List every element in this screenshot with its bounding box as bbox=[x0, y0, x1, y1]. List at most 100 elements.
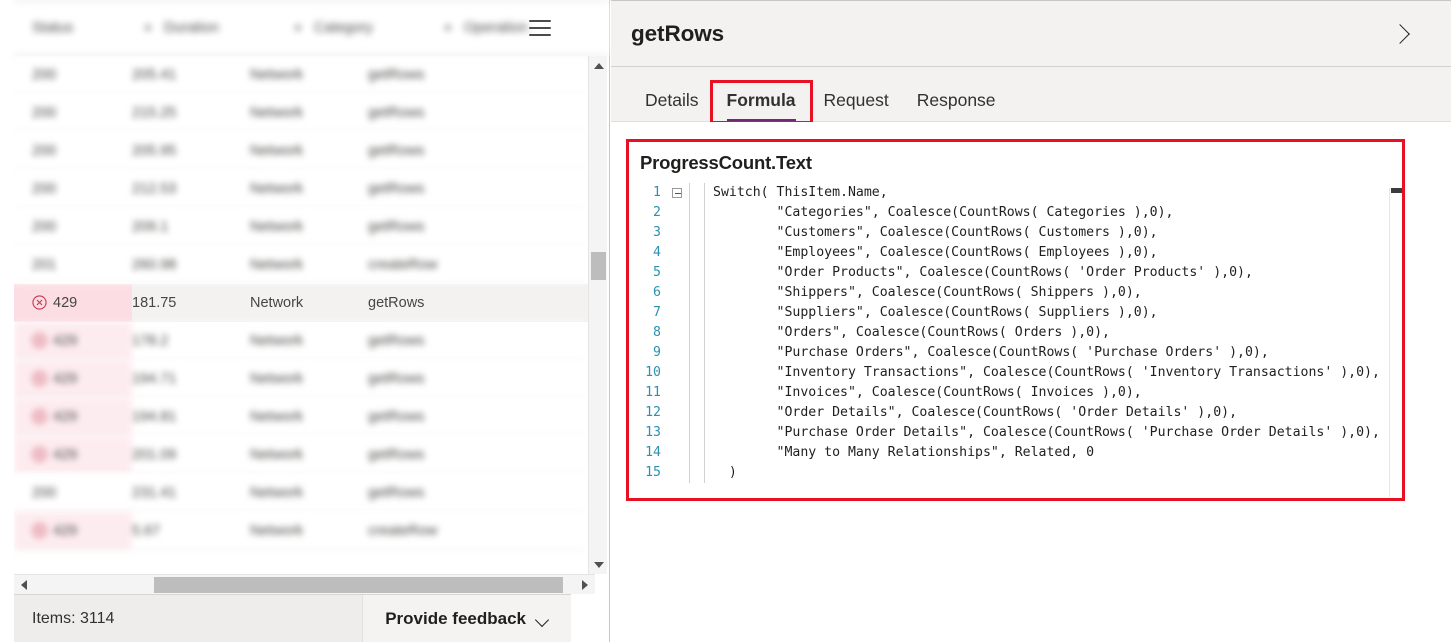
formula-code-editor[interactable]: 1 Switch( ThisItem.Name, 2 "Categories", C… bbox=[629, 183, 1402, 494]
error-circle-x-icon bbox=[32, 295, 47, 310]
tab-response[interactable]: Response bbox=[903, 91, 1010, 122]
provide-feedback-button[interactable]: Provide feedback bbox=[362, 595, 571, 642]
fold-toggle[interactable] bbox=[665, 443, 689, 463]
tab-details[interactable]: Details bbox=[631, 91, 713, 122]
code-text: "Customers", Coalesce(CountRows( Custome… bbox=[713, 225, 1158, 240]
fold-toggle[interactable] bbox=[665, 363, 689, 383]
indent-guide bbox=[689, 463, 690, 483]
table-row[interactable]: 429 194.71 Network getRows bbox=[14, 360, 588, 398]
code-text: "Order Details", Coalesce(CountRows( 'Or… bbox=[713, 405, 1238, 420]
table-row[interactable]: 429 181.75 Network getRows bbox=[14, 284, 588, 322]
cell-category: Network bbox=[250, 332, 304, 349]
fold-toggle[interactable] bbox=[665, 383, 689, 403]
status-code-text: 429 bbox=[53, 294, 78, 311]
table-row[interactable]: 429 194.81 Network getRows bbox=[14, 398, 588, 436]
line-number: 11 bbox=[645, 385, 661, 400]
code-line: 7 "Suppliers", Coalesce(CountRows( Suppl… bbox=[629, 303, 1402, 323]
provide-feedback-label: Provide feedback bbox=[385, 608, 526, 628]
table-row[interactable]: 200 205.95 Network getRows bbox=[14, 132, 588, 170]
fold-toggle[interactable] bbox=[665, 423, 689, 443]
grid-rows-container: 200 205.41 Network getRows 200 215.25 Network g… bbox=[14, 56, 588, 574]
tab-active-underline bbox=[726, 118, 796, 121]
cell-operation: getRows bbox=[368, 484, 425, 501]
table-row[interactable]: 429 178.2 Network getRows bbox=[14, 322, 588, 360]
column-header-status[interactable]: Status bbox=[14, 20, 132, 36]
cell-category: Network bbox=[250, 408, 304, 425]
indent-guide bbox=[689, 343, 690, 363]
cell-duration: 205.41 bbox=[132, 66, 177, 83]
line-number: 3 bbox=[653, 225, 661, 240]
indent-guide bbox=[689, 363, 690, 383]
vertical-scroll-thumb[interactable] bbox=[591, 252, 606, 280]
table-row[interactable]: 200 231.41 Network getRows bbox=[14, 474, 588, 512]
indent-guide bbox=[689, 183, 690, 203]
cell-duration: 201.09 bbox=[132, 446, 177, 463]
table-row[interactable]: 200 215.25 Network getRows bbox=[14, 94, 588, 132]
cell-operation: createRow bbox=[368, 256, 438, 273]
fold-toggle[interactable] bbox=[665, 183, 689, 203]
scroll-down-arrow-icon[interactable] bbox=[589, 555, 608, 574]
code-text: "Order Products", Coalesce(CountRows( 'O… bbox=[713, 265, 1253, 280]
tab-formula[interactable]: Formula bbox=[709, 79, 813, 124]
table-row[interactable]: 200 212.53 Network getRows bbox=[14, 170, 588, 208]
table-row[interactable]: 200 209.1 Network getRows bbox=[14, 208, 588, 246]
code-line: 2 "Categories", Coalesce(CountRows( Cate… bbox=[629, 203, 1402, 223]
column-header-category[interactable]: Category bbox=[314, 20, 432, 36]
fold-toggle[interactable] bbox=[665, 203, 689, 223]
sort-icon-category[interactable]: ■ bbox=[432, 22, 464, 34]
table-row[interactable]: 429 5.67 Network createRow bbox=[14, 512, 588, 550]
grid-vertical-scrollbar[interactable] bbox=[588, 56, 607, 574]
code-text: "Purchase Orders", Coalesce(CountRows( '… bbox=[713, 345, 1269, 360]
cell-duration: 212.53 bbox=[132, 180, 177, 197]
table-row[interactable]: 201 260.98 Network createRow bbox=[14, 246, 588, 284]
error-circle-x-icon bbox=[32, 371, 47, 386]
cell-duration: 205.95 bbox=[132, 142, 177, 159]
sort-icon-duration[interactable]: ■ bbox=[282, 22, 314, 34]
line-number: 4 bbox=[653, 245, 661, 260]
tab-label: Formula bbox=[726, 89, 796, 110]
grid-horizontal-scrollbar[interactable] bbox=[14, 574, 595, 594]
cell-operation: getRows bbox=[368, 332, 425, 349]
code-text: "Categories", Coalesce(CountRows( Catego… bbox=[713, 205, 1174, 220]
horizontal-scroll-track[interactable] bbox=[34, 575, 575, 595]
tab-request[interactable]: Request bbox=[810, 89, 903, 122]
error-circle-x-icon bbox=[32, 523, 47, 538]
code-line: 5 "Order Products", Coalesce(CountRows( … bbox=[629, 263, 1402, 283]
app-root: Status ■ Duration ■ Category ■ Operation… bbox=[0, 0, 1451, 642]
fold-toggle[interactable] bbox=[665, 263, 689, 283]
code-text: "Suppliers", Coalesce(CountRows( Supplie… bbox=[713, 305, 1158, 320]
fold-toggle[interactable] bbox=[665, 223, 689, 243]
expand-panel-button[interactable] bbox=[1385, 20, 1413, 48]
code-line: 9 "Purchase Orders", Coalesce(CountRows(… bbox=[629, 343, 1402, 363]
fold-toggle[interactable] bbox=[665, 243, 689, 263]
cell-status: 200 bbox=[14, 132, 132, 169]
fold-toggle[interactable] bbox=[665, 283, 689, 303]
cell-status: 200 bbox=[14, 94, 132, 131]
scroll-right-arrow-icon[interactable] bbox=[575, 575, 595, 595]
fold-toggle[interactable] bbox=[665, 323, 689, 343]
fold-toggle[interactable] bbox=[665, 343, 689, 363]
indent-guide bbox=[689, 443, 690, 463]
code-vertical-scrollbar[interactable] bbox=[1389, 188, 1402, 497]
code-text: "Inventory Transactions", Coalesce(Count… bbox=[713, 365, 1380, 380]
column-header-operation[interactable]: Operation bbox=[464, 20, 582, 36]
code-line: 4 "Employees", Coalesce(CountRows( Emplo… bbox=[629, 243, 1402, 263]
collapse-minus-icon[interactable] bbox=[672, 188, 682, 198]
fold-toggle[interactable] bbox=[665, 463, 689, 483]
cell-operation: getRows bbox=[368, 218, 425, 235]
column-header-duration[interactable]: Duration bbox=[164, 20, 282, 36]
sort-icon-status[interactable]: ■ bbox=[132, 22, 164, 34]
scroll-left-arrow-icon[interactable] bbox=[14, 575, 34, 595]
code-scroll-thumb[interactable] bbox=[1391, 188, 1402, 193]
tab-label: Request bbox=[823, 89, 889, 110]
fold-toggle[interactable] bbox=[665, 303, 689, 323]
fold-toggle[interactable] bbox=[665, 403, 689, 423]
hamburger-menu-icon[interactable] bbox=[529, 20, 551, 36]
status-code-text: 201 bbox=[32, 256, 57, 273]
cell-category: Network bbox=[250, 484, 304, 501]
horizontal-scroll-thumb[interactable] bbox=[154, 576, 563, 593]
indent-guide bbox=[689, 283, 690, 303]
table-row[interactable]: 429 201.09 Network getRows bbox=[14, 436, 588, 474]
scroll-up-arrow-icon[interactable] bbox=[589, 56, 608, 75]
table-row[interactable]: 200 205.41 Network getRows bbox=[14, 56, 588, 94]
